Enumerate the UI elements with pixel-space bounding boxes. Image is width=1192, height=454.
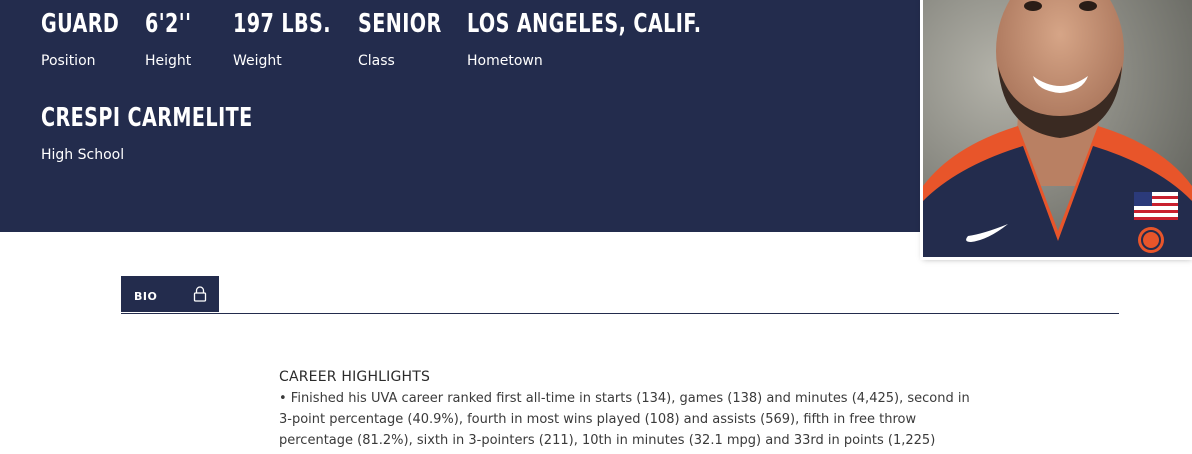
position-value: GUARD	[41, 9, 120, 39]
stat-weight: 197 LBS. Weight	[233, 11, 352, 69]
high-school-label: High School	[41, 147, 125, 163]
position-label: Position	[41, 53, 96, 69]
lock-icon	[193, 286, 207, 302]
weight-value: 197 LBS.	[233, 9, 331, 39]
height-label: Height	[145, 53, 192, 69]
stat-class: SENIOR Class	[358, 11, 460, 69]
stat-hometown: LOS ANGELES, CALIF. Hometown	[467, 11, 753, 69]
tab-bio-label: BIO	[134, 290, 158, 303]
hometown-value: LOS ANGELES, CALIF.	[467, 9, 702, 39]
class-label: Class	[358, 53, 395, 69]
profile-tabs: BIO	[121, 276, 1119, 314]
stat-high-school: CRESPI CARMELITE High School	[41, 105, 299, 163]
stat-height: 6'2'' Height	[145, 11, 202, 69]
player-header: GUARD Position 6'2'' Height 197 LBS. Wei…	[0, 0, 1192, 257]
class-value: SENIOR	[358, 9, 442, 39]
player-headshot	[923, 0, 1192, 257]
tab-bio[interactable]: BIO	[121, 276, 219, 312]
stat-position: GUARD Position	[41, 11, 136, 69]
bio-content: CAREER HIGHLIGHTS • Finished his UVA car…	[279, 368, 979, 451]
weight-label: Weight	[233, 53, 282, 69]
career-highlights-text: • Finished his UVA career ranked first a…	[279, 391, 970, 448]
height-value: 6'2''	[145, 9, 192, 39]
career-highlights-heading: CAREER HIGHLIGHTS	[279, 369, 431, 385]
hometown-label: Hometown	[467, 53, 543, 69]
high-school-value: CRESPI CARMELITE	[41, 103, 253, 133]
